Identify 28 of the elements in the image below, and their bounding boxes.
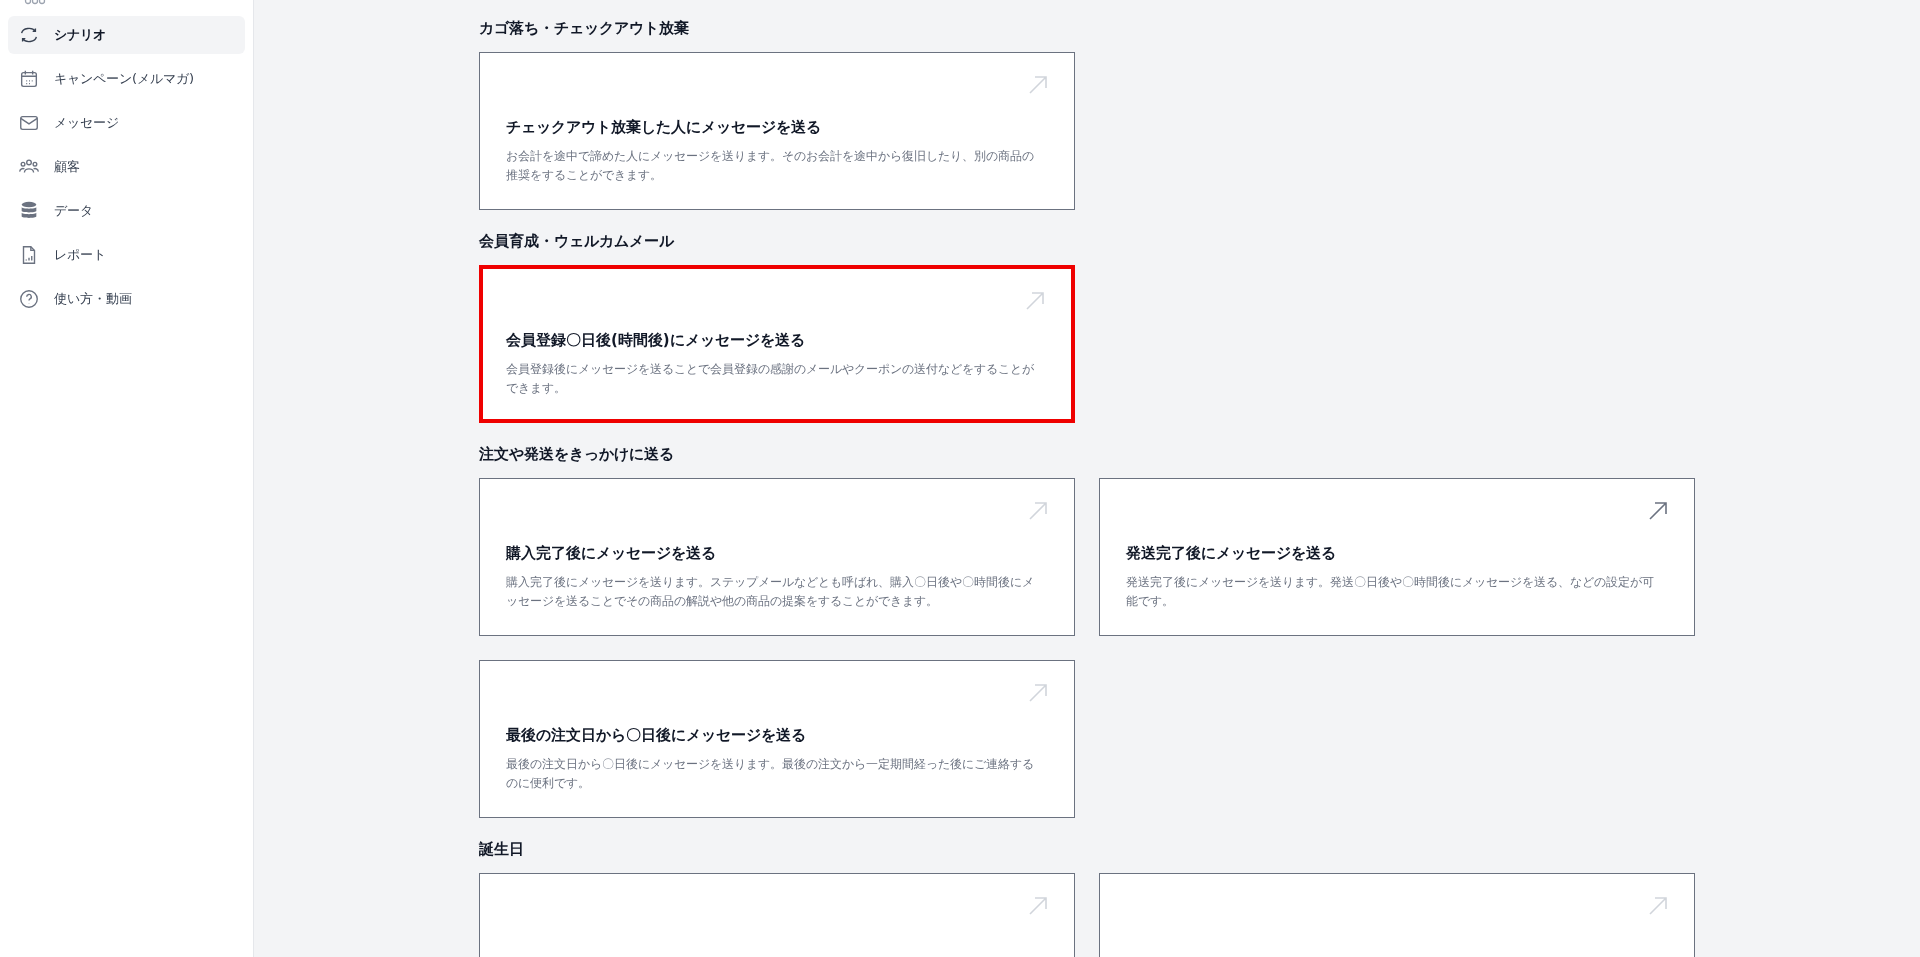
card-description: お会計を途中で諦めた人にメッセージを送ります。そのお会計を途中から復旧したり、別の商品の推奨をすることができます。 xyxy=(506,148,1035,185)
card-title: 会員登録〇日後(時間後)にメッセージを送る xyxy=(506,331,806,350)
sidebar-item[interactable]: データ xyxy=(8,192,245,230)
section-heading: 会員育成・ウェルカムメール xyxy=(479,232,675,251)
section-heading: 誕生日 xyxy=(479,840,525,859)
sidebar-item[interactable]: 使い方・動画 xyxy=(8,280,245,318)
calendar-icon xyxy=(18,68,40,90)
scenario-card[interactable]: 最後の注文日から〇日後にメッセージを送る 最後の注文日から〇日後にメッセージを送ります。最後の注文から一定期間経った後にご連絡するのに便利です。 xyxy=(479,660,1075,818)
card-title: チェックアウト放棄した人にメッセージを送る xyxy=(506,118,822,137)
scenario-card[interactable]: チェックアウト放棄した人にメッセージを送る お会計を途中で諦めた人にメッセージを送ります。そのお会計を途中から復旧したり、別の商品の推奨をすることができます。 xyxy=(479,52,1075,210)
card-title: 最後の注文日から〇日後にメッセージを送る xyxy=(506,726,807,745)
card-description: 購入完了後にメッセージを送ります。ステップメールなどとも呼ばれ、購入〇日後や〇時間後にメッセージを送ることでその商品の解説や他の商品の提案をすることができます。 xyxy=(506,574,1035,611)
sidebar-item[interactable]: 顧客 xyxy=(8,148,245,186)
card-title: 発送完了後にメッセージを送る xyxy=(1126,544,1337,563)
sidebar-item[interactable]: レポート xyxy=(8,236,245,274)
sidebar-item[interactable]: キャンペーン(メルマガ) xyxy=(8,60,245,98)
card-title: 購入完了後にメッセージを送る xyxy=(506,544,717,563)
scenario-card[interactable]: 発送完了後にメッセージを送る 発送完了後にメッセージを送ります。発送〇日後や〇時間後にメッセージを送る、などの設定が可能です。 xyxy=(1099,478,1695,636)
card-description: 最後の注文日から〇日後にメッセージを送ります。最後の注文から一定期間経った後にご連絡するのに便利です。 xyxy=(506,756,1035,793)
section-heading: カゴ落ち・チェックアウト放棄 xyxy=(479,19,690,38)
sidebar-item[interactable]: メッセージ xyxy=(8,104,245,142)
section-heading: 注文や発送をきっかけに送る xyxy=(479,445,675,464)
scenario-card[interactable]: 会員登録〇日後(時間後)にメッセージを送る 会員登録後にメッセージを送ることで会員登録の感謝のメールやクーポンの送付などをすることができます。 xyxy=(479,265,1075,423)
card-description: 発送完了後にメッセージを送ります。発送〇日後や〇時間後にメッセージを送る、などの設定が可能です。 xyxy=(1126,574,1655,611)
sidebar-item[interactable]: シナリオ xyxy=(8,16,245,54)
card-description: 会員登録後にメッセージを送ることで会員登録の感謝のメールやクーポンの送付などをすることができます。 xyxy=(506,361,1035,398)
scenario-card[interactable]: 購入完了後にメッセージを送る 購入完了後にメッセージを送ります。ステップメールなどとも呼ばれ、購入〇日後や〇時間後にメッセージを送ることでその商品の解説や他の商品の提案をすることができます。 xyxy=(479,478,1075,636)
help-icon xyxy=(18,288,40,310)
